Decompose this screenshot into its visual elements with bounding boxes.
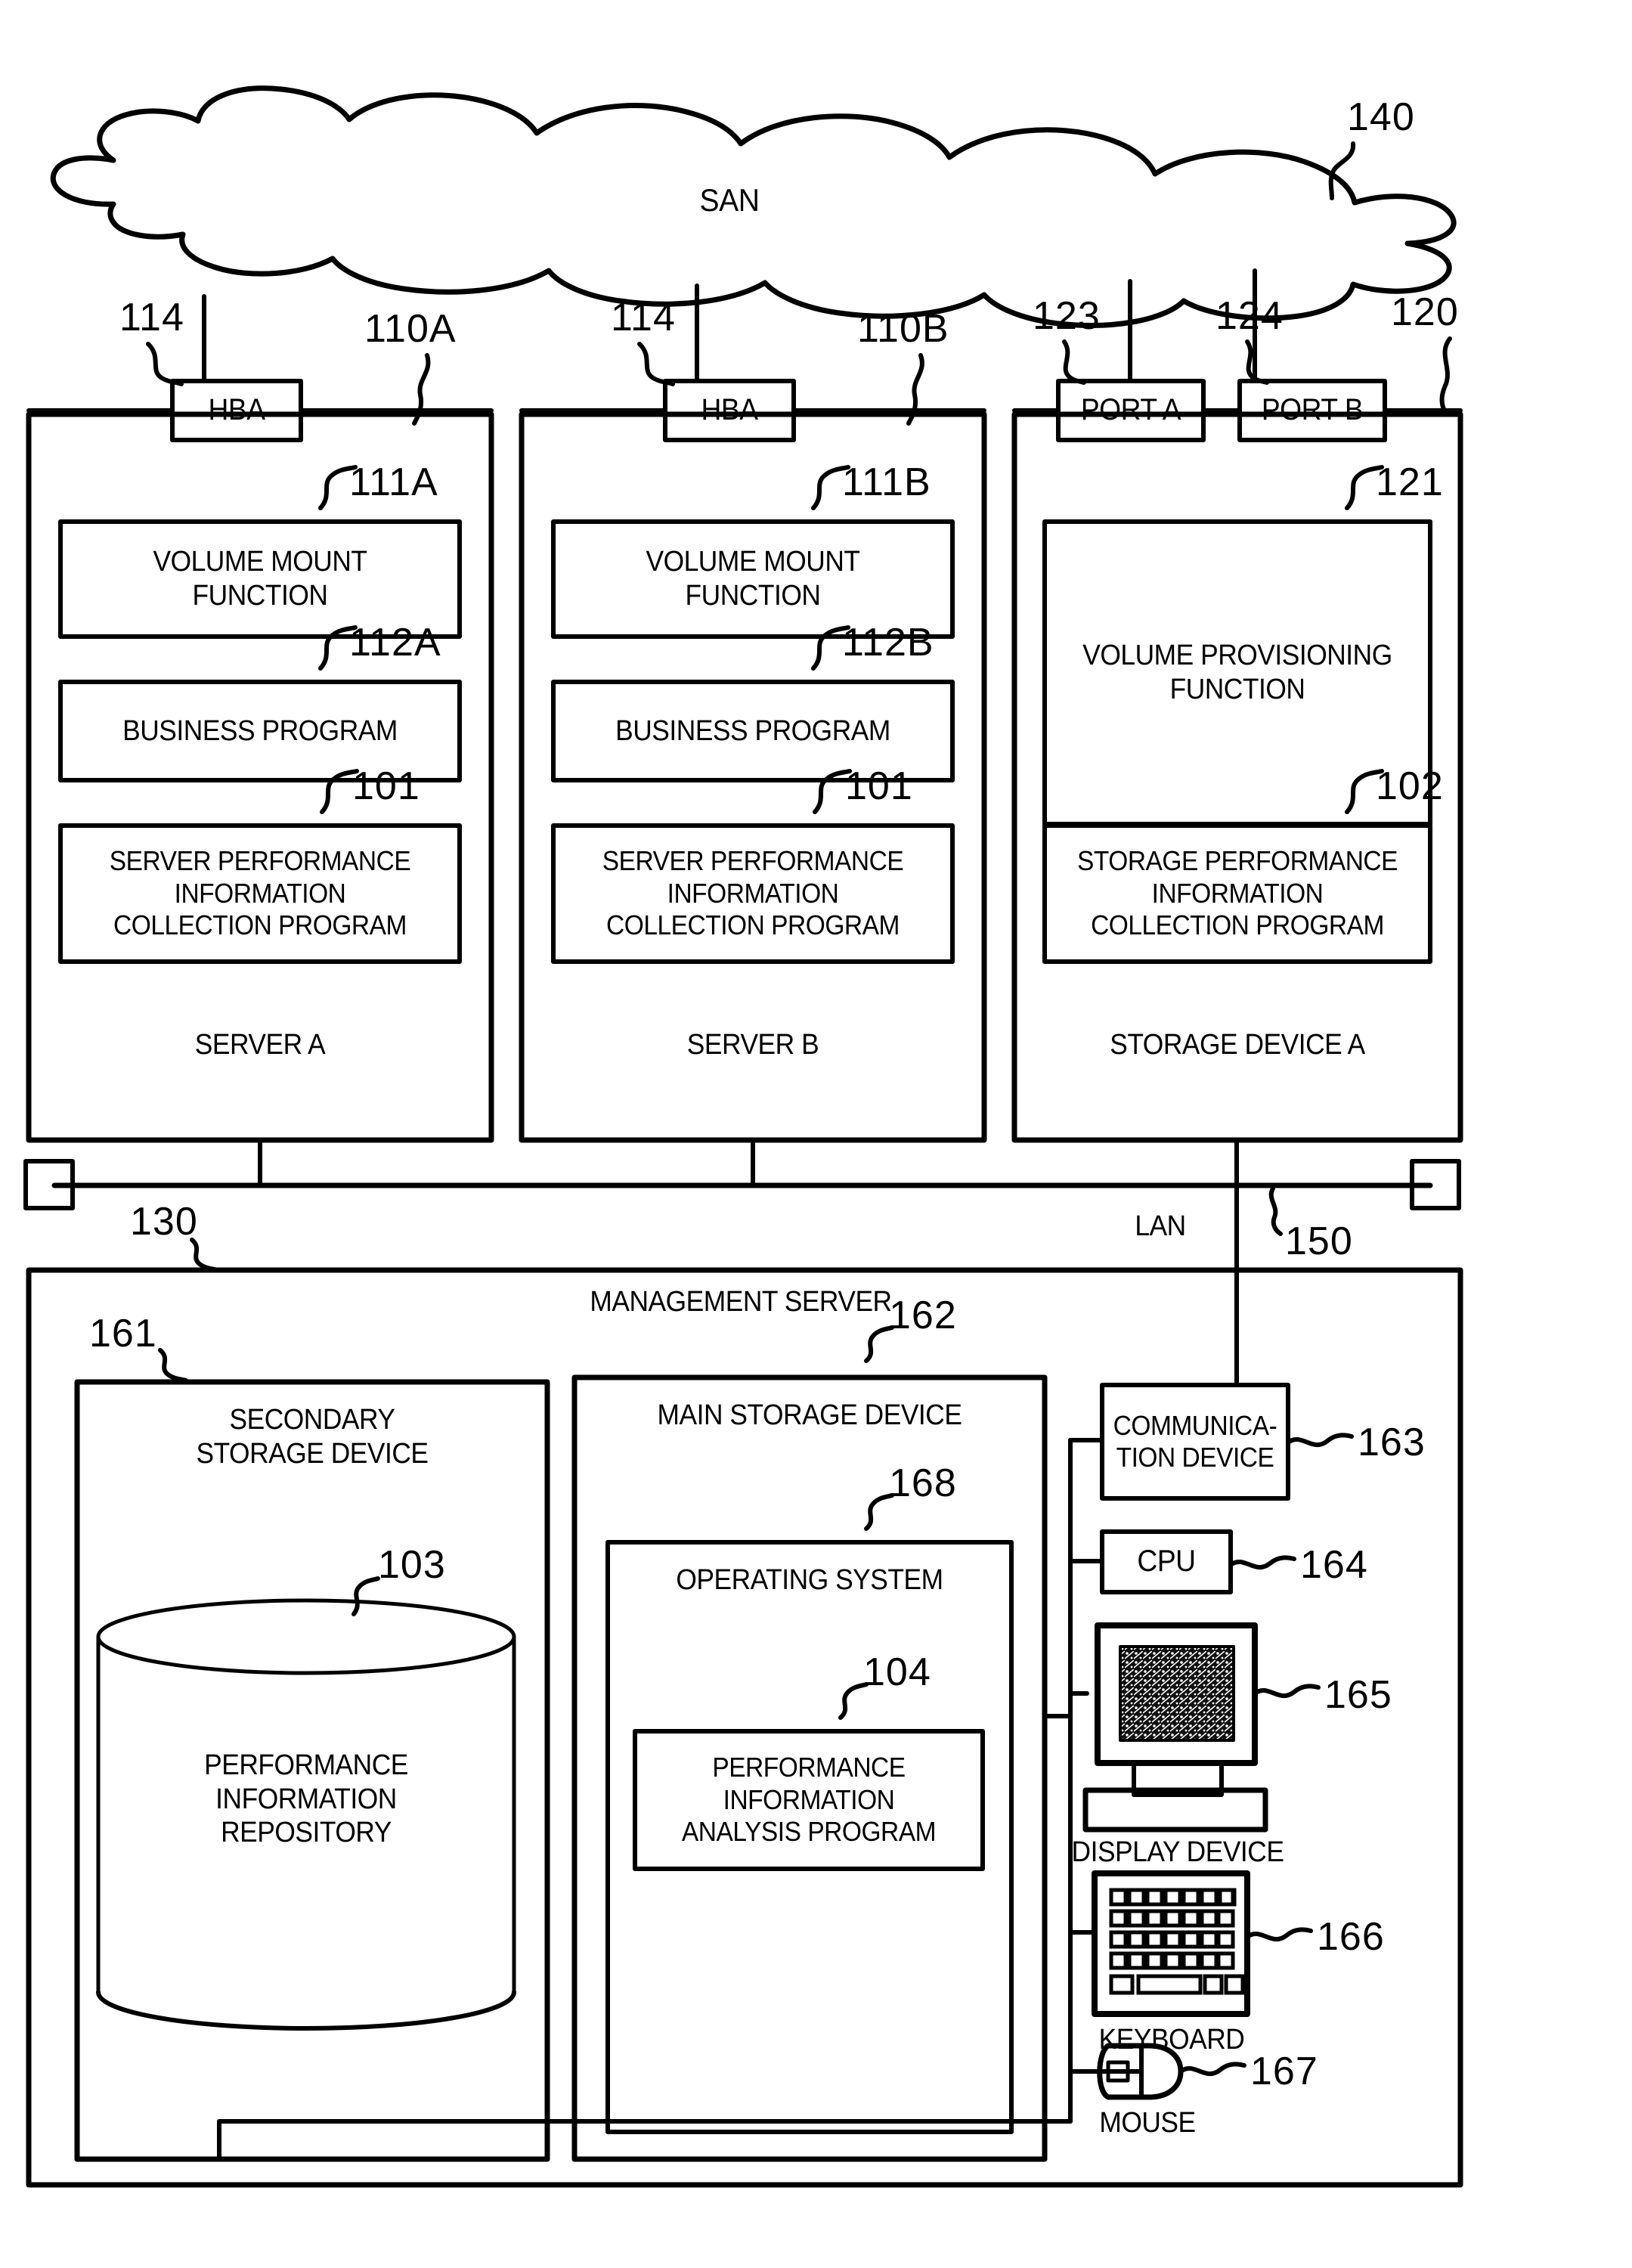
port-a-label: PORT A <box>1080 393 1181 427</box>
ref-111B: 111B <box>842 460 931 504</box>
main-storage-label: MAIN STORAGE DEVICE <box>657 1399 962 1431</box>
server-b-business-program-label: BUSINESS PROGRAM <box>615 714 890 747</box>
ref-140: 140 <box>1347 95 1415 139</box>
ref-leader-120 <box>1439 336 1452 417</box>
server-a-volume-mount-label: VOLUME MOUNT FUNCTION <box>153 546 367 612</box>
server-a-title: SERVER A <box>194 1028 326 1061</box>
keyboard-bottom-row <box>1109 1974 1245 1995</box>
storage-volume-provisioning-label: VOLUME PROVISIONING FUNCTION <box>1082 640 1392 705</box>
ref-leader-165 <box>1253 1684 1321 1699</box>
keyboard-key-row-4 <box>1109 1951 1235 1970</box>
ref-leader-166 <box>1245 1927 1313 1942</box>
server-b-title: SERVER B <box>686 1028 819 1061</box>
ref-leader-103 <box>351 1576 380 1616</box>
ref-150: 150 <box>1285 1219 1353 1263</box>
mouse-label: MOUSE <box>1099 2107 1196 2139</box>
lan-terminator-right <box>1410 1159 1461 1210</box>
hba-a-label: HBA <box>208 393 265 427</box>
ref-leader-124 <box>1245 339 1269 385</box>
ref-168: 168 <box>889 1461 957 1505</box>
ref-110A: 110A <box>364 307 457 351</box>
ref-165: 165 <box>1324 1673 1392 1717</box>
keyboard-keys-layer <box>1109 1888 1245 1995</box>
server-b-volume-mount-label: VOLUME MOUNT FUNCTION <box>646 546 860 612</box>
ref-103: 103 <box>378 1543 446 1587</box>
ref-leader-104 <box>838 1682 869 1720</box>
ref-leader-123 <box>1062 339 1086 385</box>
ref-leader-161 <box>158 1348 188 1383</box>
keyboard-label: KEYBOARD <box>1098 2024 1245 2056</box>
server-b-perf-collection-label: SERVER PERFORMANCE INFORMATION COLLECTIO… <box>602 845 904 941</box>
ref-leader-114b <box>637 342 675 386</box>
ref-104: 104 <box>863 1650 931 1694</box>
ref-123: 123 <box>1033 294 1101 338</box>
ref-121: 121 <box>1376 460 1444 504</box>
ref-leader-168 <box>864 1493 894 1531</box>
ref-124: 124 <box>1215 294 1284 338</box>
ref-161: 161 <box>89 1312 157 1356</box>
repository-cylinder-bottom <box>96 1990 516 2031</box>
ref-130: 130 <box>130 1200 198 1244</box>
ref-leader-164 <box>1228 1555 1296 1570</box>
san-label: SAN <box>699 182 760 218</box>
ref-leader-140 <box>1328 141 1356 200</box>
ref-162: 162 <box>889 1294 957 1337</box>
lan-terminator-left <box>23 1159 75 1210</box>
ref-166: 166 <box>1317 1915 1385 1959</box>
display-device-label: DISPLAY DEVICE <box>1071 1836 1284 1868</box>
ref-164: 164 <box>1300 1543 1368 1587</box>
bottom-interconnect <box>75 2119 1073 2161</box>
display-neck <box>1132 1761 1224 1797</box>
keyboard-key-row-3 <box>1109 1930 1235 1949</box>
keyboard-body <box>1092 1870 1250 2017</box>
server-a-perf-collection-label: SERVER PERFORMANCE INFORMATION COLLECTIO… <box>109 845 411 941</box>
lan-label: LAN <box>1135 1210 1186 1242</box>
ref-114-server-b: 114 <box>611 296 676 339</box>
patent-figure-sheet: SAN 140 114 110A 114 110B 123 124 120 HB… <box>0 0 1632 2268</box>
ref-leader-110b <box>906 353 924 426</box>
ref-leader-130 <box>190 1238 220 1272</box>
secondary-storage-label: SECONDARY STORAGE DEVICE <box>196 1404 429 1470</box>
storage-perf-collection-label: STORAGE PERFORMANCE INFORMATION COLLECTI… <box>1077 845 1398 941</box>
figure-linework <box>23 85 1463 2188</box>
performance-information-repository-label: PERFORMANCE INFORMATION REPOSITORY <box>204 1749 408 1849</box>
ref-163: 163 <box>1358 1421 1426 1464</box>
ref-leader-110a <box>412 353 431 426</box>
ref-leader-114a <box>146 342 184 386</box>
ref-120: 120 <box>1391 290 1459 334</box>
port-b-label: PORT B <box>1261 393 1364 427</box>
ref-110B: 110B <box>857 307 949 351</box>
keyboard-key-row-2 <box>1109 1909 1235 1928</box>
ref-167: 167 <box>1250 2050 1318 2093</box>
display-monitor-bezel <box>1095 1622 1258 1766</box>
performance-information-analysis-program-label: PERFORMANCE INFORMATION ANALYSIS PROGRAM <box>681 1752 937 1848</box>
ref-leader-163 <box>1286 1433 1354 1448</box>
ref-111A: 111A <box>349 460 438 504</box>
management-server-title: MANAGEMENT SERVER <box>590 1286 892 1318</box>
repository-cylinder-top <box>96 1598 516 1675</box>
cpu-label: CPU <box>1137 1545 1196 1579</box>
ref-114-server-a: 114 <box>119 296 184 339</box>
storage-a-title: STORAGE DEVICE A <box>1110 1028 1365 1061</box>
ref-leader-162 <box>864 1325 894 1363</box>
keyboard-key-row-1 <box>1109 1888 1237 1907</box>
operating-system-label: OPERATING SYSTEM <box>676 1564 943 1596</box>
communication-device-label: COMMUNICA- TION DEVICE <box>1113 1409 1277 1473</box>
ref-leader-150 <box>1268 1186 1283 1236</box>
mouse-cable-connector <box>1106 2060 1130 2083</box>
display-screen <box>1119 1645 1235 1742</box>
hba-b-label: HBA <box>701 393 758 427</box>
server-a-business-program-label: BUSINESS PROGRAM <box>122 714 398 747</box>
ref-leader-167 <box>1178 2062 1246 2077</box>
display-base <box>1082 1787 1268 1833</box>
